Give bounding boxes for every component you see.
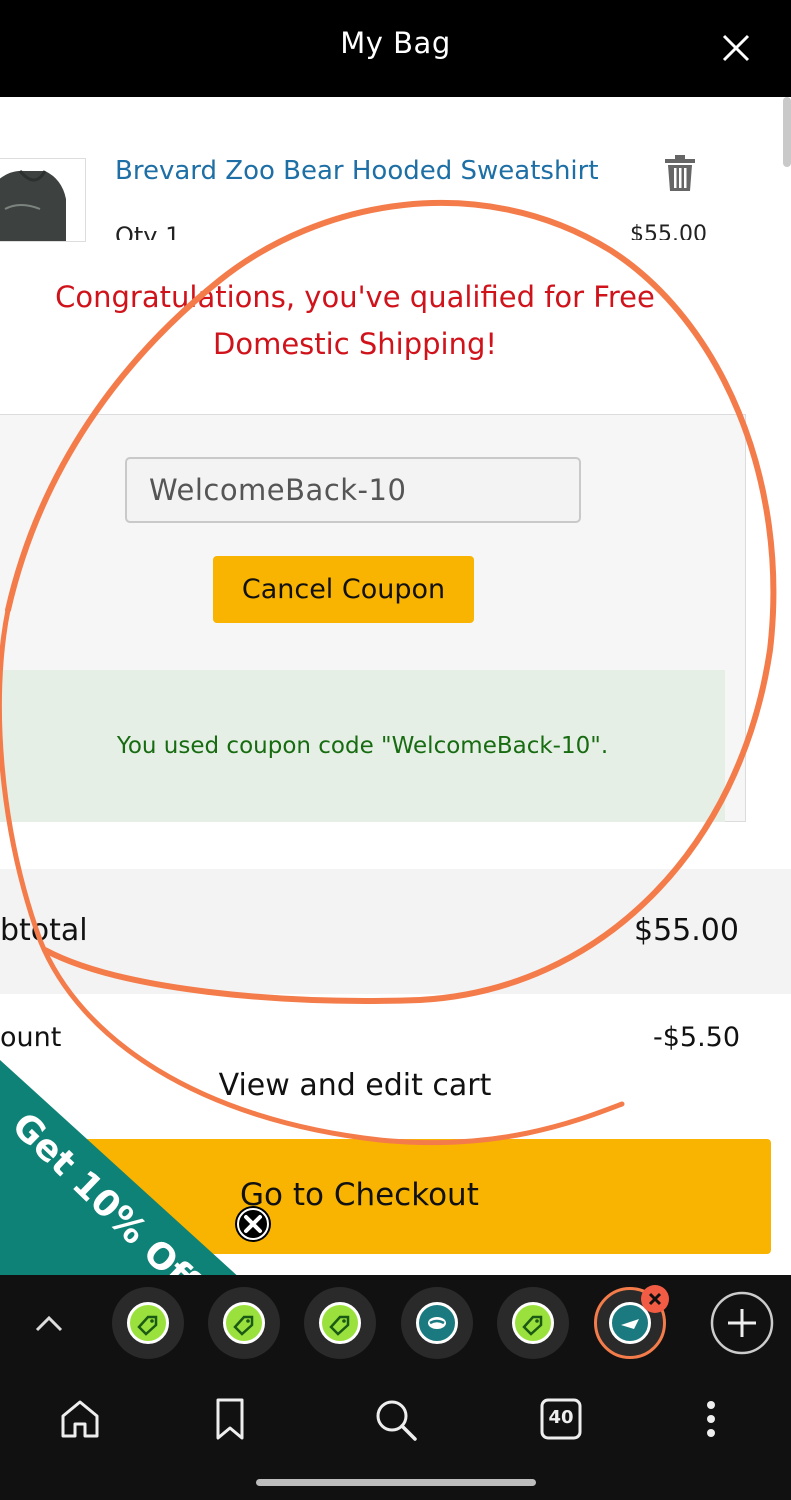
discount-value: -$5.50 — [653, 1022, 741, 1053]
checkout-label[interactable]: Go to Checkout — [240, 1177, 479, 1213]
tab-thumbnail[interactable] — [304, 1287, 376, 1359]
close-tab-icon[interactable] — [640, 1284, 670, 1314]
search-icon[interactable] — [370, 1394, 420, 1444]
close-icon[interactable] — [716, 28, 756, 68]
shopping-tag-icon — [127, 1302, 169, 1344]
promo-banner[interactable]: Get 10% Off — [0, 1040, 250, 1303]
home-indicator — [256, 1479, 536, 1486]
shopping-tag-icon — [512, 1302, 554, 1344]
scrollbar[interactable] — [783, 97, 791, 167]
more-icon[interactable] — [686, 1394, 736, 1444]
bookmark-icon[interactable] — [205, 1394, 255, 1444]
tab-count: 40 — [548, 1407, 574, 1428]
tabs-icon[interactable]: 40 — [536, 1394, 586, 1444]
product-name-link[interactable]: Brevard Zoo Bear Hooded Sweatshirt — [115, 156, 599, 186]
coupon-success-message: You used coupon code "WelcomeBack-10". — [0, 670, 725, 822]
subtotal-value: $55.00 — [634, 913, 739, 948]
close-icon[interactable] — [234, 1205, 272, 1243]
free-shipping-message: Congratulations, you've qualified for Fr… — [55, 280, 655, 361]
item-price: $55.00 — [630, 222, 707, 240]
coupon-code-input[interactable]: WelcomeBack-10 — [125, 457, 581, 523]
home-icon[interactable] — [55, 1394, 105, 1444]
cancel-coupon-button[interactable]: Cancel Coupon — [213, 556, 474, 623]
subtotal-label: btotal — [0, 913, 88, 948]
tab-thumbnail[interactable] — [112, 1287, 184, 1359]
add-tab-icon[interactable] — [710, 1291, 774, 1355]
chevron-up-icon[interactable] — [32, 1307, 66, 1341]
shopping-tag-icon — [223, 1302, 265, 1344]
trash-icon[interactable] — [664, 155, 696, 191]
tab-thumbnail[interactable] — [208, 1287, 280, 1359]
tab-thumbnail[interactable] — [497, 1287, 569, 1359]
coupon-app-icon — [416, 1302, 458, 1344]
product-thumbnail[interactable] — [0, 158, 86, 242]
tab-thumbnail[interactable] — [401, 1287, 473, 1359]
page-title: My Bag — [340, 26, 451, 60]
shopping-tag-icon — [319, 1302, 361, 1344]
quantity-row: Qty 1 — [115, 222, 181, 240]
